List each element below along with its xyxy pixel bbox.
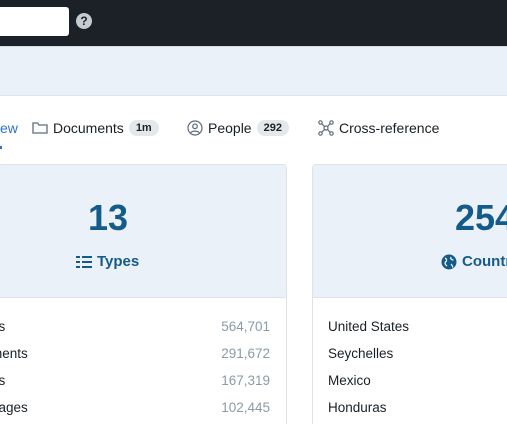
countries-card-header: 254 Countries	[313, 165, 507, 298]
folder-icon	[32, 121, 48, 135]
list-item[interactable]: es 564,701	[0, 313, 286, 340]
list-icon	[76, 255, 92, 269]
tab-cross-reference-label: Cross-reference	[339, 120, 440, 136]
type-label: es	[0, 373, 5, 388]
person-icon	[187, 120, 203, 136]
countries-card[interactable]: 254 Countries United States Seychelles M…	[312, 164, 507, 424]
tab-documents-label: Documents	[53, 120, 124, 136]
list-item[interactable]: pages 102,445	[0, 394, 286, 421]
globe-icon	[441, 254, 457, 270]
list-item[interactable]: Seychelles	[328, 340, 507, 367]
countries-title-label: Countries	[462, 253, 507, 270]
type-count: 102,445	[221, 400, 270, 415]
countries-count: 254	[455, 197, 507, 238]
list-item[interactable]: Mexico	[328, 367, 507, 394]
country-label: Mexico	[328, 373, 371, 388]
list-item[interactable]: United States	[328, 313, 507, 340]
countries-title[interactable]: Countries	[441, 253, 507, 270]
list-item[interactable]: ments 291,672	[0, 340, 286, 367]
types-title-label: Types	[97, 253, 140, 270]
documents-count-badge: 1m	[128, 120, 159, 136]
top-navbar: ?	[0, 0, 507, 46]
type-label: es	[0, 319, 5, 334]
tab-bar: ew Documents 1m People 292 Cross-referen…	[0, 110, 507, 149]
tab-overview[interactable]: ew	[0, 110, 18, 149]
help-icon[interactable]: ?	[76, 13, 92, 29]
tab-people-label: People	[208, 120, 252, 136]
tab-overview-label: ew	[0, 120, 18, 136]
breadcrumb-bar	[0, 46, 507, 96]
search-input[interactable]	[0, 7, 69, 36]
types-card[interactable]: 13 Types es 564,701 ments 291,672 es 167…	[0, 164, 287, 424]
country-label: Honduras	[328, 400, 387, 415]
country-label: Seychelles	[328, 346, 394, 361]
network-icon	[318, 120, 334, 136]
list-item[interactable]: es 167,319	[0, 367, 286, 394]
country-label: United States	[328, 319, 410, 334]
type-count: 564,701	[221, 319, 270, 334]
tab-documents[interactable]: Documents 1m	[32, 110, 159, 146]
type-label: ments	[0, 346, 28, 361]
types-card-header: 13 Types	[0, 165, 286, 298]
type-count: 291,672	[221, 346, 270, 361]
people-count-badge: 292	[256, 120, 289, 136]
type-label: pages	[0, 400, 28, 415]
list-item[interactable]: Honduras	[328, 394, 507, 421]
tab-people[interactable]: People 292	[187, 110, 289, 146]
types-count: 13	[88, 197, 129, 238]
types-title[interactable]: Types	[76, 253, 139, 270]
type-count: 167,319	[221, 373, 270, 388]
tab-cross-reference[interactable]: Cross-reference	[318, 110, 439, 146]
